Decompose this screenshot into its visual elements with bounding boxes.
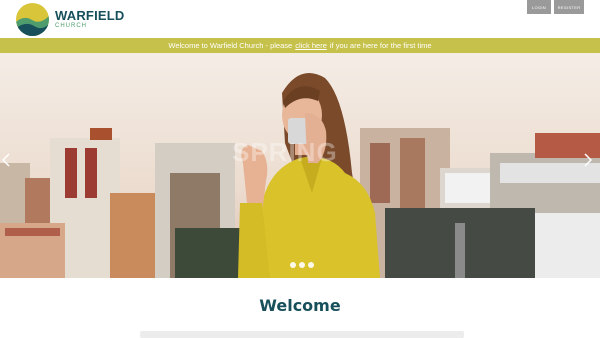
logo-name: WARFIELD [55, 7, 125, 23]
site-logo[interactable]: WARFIELD CHURCH [16, 2, 125, 36]
slider-prev-button[interactable] [2, 153, 16, 177]
content-box [140, 331, 464, 338]
auth-buttons: LOGIN REGISTER [527, 0, 584, 14]
slider-dot-1[interactable] [290, 262, 296, 268]
slider-dot-2[interactable] [299, 262, 305, 268]
site-header: WARFIELD CHURCH LOGIN REGISTER [0, 0, 600, 38]
slider-next-button[interactable] [584, 153, 598, 177]
login-button[interactable]: LOGIN [527, 0, 551, 14]
welcome-heading: Welcome [259, 296, 341, 315]
first-time-link[interactable]: click here [295, 41, 327, 50]
announcement-bar: Welcome to Warfield Church - please clic… [0, 38, 600, 53]
logo-subtitle: CHURCH [55, 22, 87, 29]
logo-mark-icon [16, 2, 49, 36]
chevron-left-icon [2, 153, 10, 167]
hero-watermark: SPRING [232, 137, 338, 167]
hero-slider: SPRING [0, 53, 600, 278]
slider-dot-3[interactable] [308, 262, 314, 268]
slider-dots [290, 262, 317, 268]
announcement-text-before: Welcome to Warfield Church - please [168, 41, 293, 50]
register-button[interactable]: REGISTER [554, 0, 584, 14]
chevron-right-icon [584, 153, 592, 167]
announcement-text-after: if you are here for the first time [329, 41, 432, 50]
